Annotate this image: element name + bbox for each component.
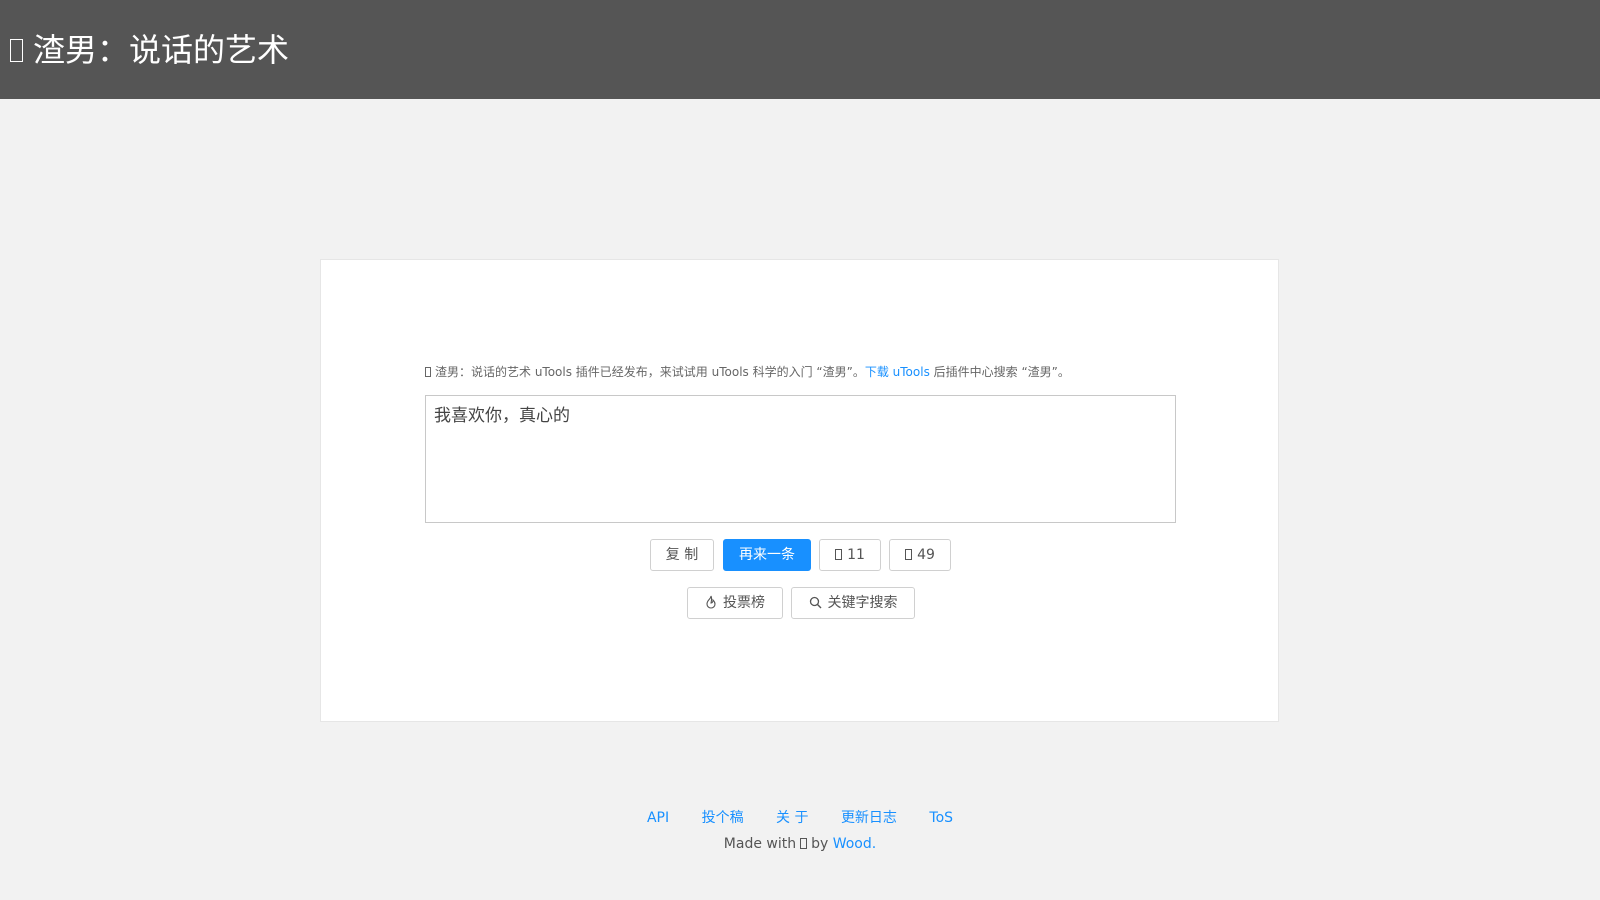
- like-count: 11: [847, 547, 865, 563]
- boxed-glyph-icon: [10, 38, 24, 62]
- footer-link-about[interactable]: 关 于: [776, 810, 808, 826]
- dislike-count: 49: [917, 547, 935, 563]
- notice-prefix: 渣男：说话的艺术 uTools 插件已经发布，来试试用 uTools 科学的入门…: [435, 365, 865, 379]
- dislike-button[interactable]: 49: [889, 539, 951, 571]
- fire-icon: [706, 595, 716, 609]
- quote-text: 我喜欢你，真心的: [434, 406, 570, 426]
- footer-link-api[interactable]: API: [647, 810, 669, 826]
- like-button[interactable]: 11: [819, 539, 881, 571]
- footer-link-changelog[interactable]: 更新日志: [841, 810, 897, 826]
- copy-button[interactable]: 复 制: [650, 539, 714, 571]
- vote-rank-label: 投票榜: [723, 595, 765, 611]
- footer-link-submit[interactable]: 投个稿: [702, 810, 744, 826]
- heart-icon: [800, 838, 808, 849]
- footer-links: API 投个稿 关 于 更新日志 ToS: [0, 808, 1600, 828]
- vote-rank-button[interactable]: 投票榜: [687, 587, 783, 619]
- keyword-search-button[interactable]: 关键字搜索: [791, 587, 915, 619]
- next-quote-button[interactable]: 再来一条: [723, 539, 811, 571]
- page-title-text: 渣男：说话的艺术: [33, 31, 290, 69]
- like-icon: [835, 549, 843, 560]
- footer-credit: Made with by Wood.: [0, 834, 1600, 854]
- made-by-text: by: [811, 836, 829, 852]
- notice-glyph-icon: [425, 367, 431, 377]
- dislike-icon: [905, 549, 913, 560]
- search-icon: [809, 596, 821, 609]
- page-title: 渣男：说话的艺术: [10, 30, 289, 70]
- footer-link-tos[interactable]: ToS: [929, 810, 953, 826]
- author-link[interactable]: Wood.: [833, 836, 877, 852]
- notice-suffix: 后插件中心搜索 “渣男”。: [929, 365, 1070, 379]
- top-header: 渣男：说话的艺术: [0, 0, 1600, 99]
- plugin-notice: 渣男：说话的艺术 uTools 插件已经发布，来试试用 uTools 科学的入门…: [425, 364, 1070, 380]
- keyword-search-label: 关键字搜索: [827, 595, 898, 611]
- made-with-text: Made with: [723, 836, 797, 852]
- download-utools-link[interactable]: 下载 uTools: [865, 365, 930, 379]
- main-card: 渣男：说话的艺术 uTools 插件已经发布，来试试用 uTools 科学的入门…: [320, 259, 1279, 722]
- quote-textbox[interactable]: 我喜欢你，真心的: [425, 395, 1176, 523]
